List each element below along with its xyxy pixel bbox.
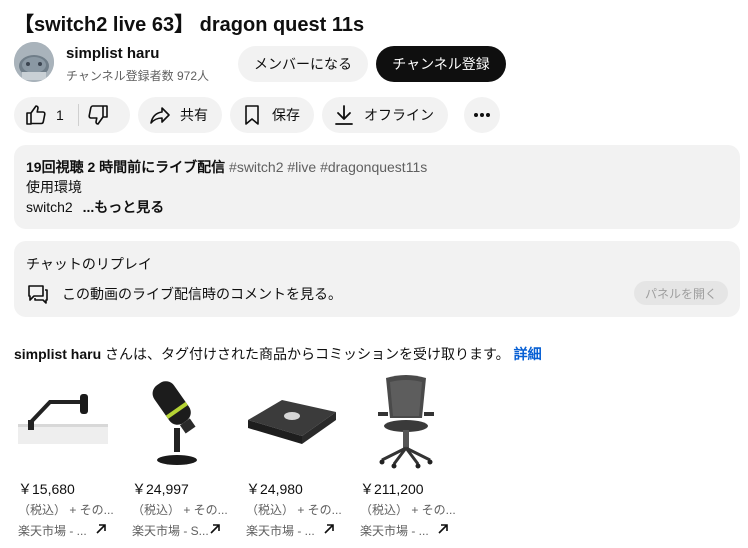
subscribe-button[interactable]: チャンネル登録 bbox=[376, 46, 506, 82]
product-price: ￥211,200 bbox=[360, 481, 424, 497]
like-divider bbox=[78, 104, 79, 126]
chat-replay-title: チャットのリプレイ bbox=[26, 256, 152, 272]
avatar[interactable] bbox=[14, 42, 54, 82]
chat-bubbles-icon bbox=[26, 282, 50, 311]
action-row: 1 共有 保存 オフライン bbox=[14, 97, 734, 133]
more-horiz-icon bbox=[470, 103, 494, 127]
thumbs-down-icon bbox=[86, 103, 110, 127]
product-card[interactable]: ￥15,680 （税込） + その... 楽天市場 - ... bbox=[14, 372, 114, 542]
product-price: ￥15,680 bbox=[18, 481, 75, 497]
product-price: ￥24,997 bbox=[132, 481, 189, 497]
share-button[interactable]: 共有 bbox=[138, 97, 222, 133]
like-count: 1 bbox=[56, 107, 64, 123]
open-panel-button[interactable]: パネルを開く bbox=[634, 281, 728, 305]
description-line-1: 使用環境 bbox=[26, 179, 82, 195]
product-price: ￥24,980 bbox=[246, 481, 303, 497]
subscriber-count: チャンネル登録者数 972人 bbox=[66, 69, 209, 83]
commission-notice: simplist haru さんは、タグ付けされた商品からコミッションを受け取り… bbox=[14, 344, 542, 364]
download-icon bbox=[332, 103, 356, 127]
like-dislike-group: 1 bbox=[14, 97, 130, 133]
commission-detail-link[interactable]: 詳細 bbox=[514, 346, 542, 362]
description-line-2-row: switch2 ...もっと見る bbox=[26, 197, 728, 217]
product-store: 楽天市場 - S... bbox=[132, 524, 209, 538]
description-line-2: switch2 bbox=[26, 199, 73, 215]
product-tax-note: （税込） + その... bbox=[360, 503, 456, 517]
product-image-office-chair bbox=[356, 372, 456, 472]
save-button[interactable]: 保存 bbox=[230, 97, 314, 133]
hashtags[interactable]: #switch2 #live #dragonquest11s bbox=[229, 159, 427, 175]
offline-download-button[interactable]: オフライン bbox=[322, 97, 448, 133]
product-image-capture-card bbox=[242, 372, 342, 472]
chat-replay-text: この動画のライブ配信時のコメントを見る。 bbox=[62, 286, 342, 302]
commission-text: さんは、タグ付けされた商品からコミッションを受け取ります。 bbox=[101, 346, 510, 362]
share-arrow-icon bbox=[148, 103, 172, 127]
product-store: 楽天市場 - ... bbox=[246, 524, 315, 538]
chat-replay-box: チャットのリプレイ この動画のライブ配信時のコメントを見る。 パネルを開く bbox=[14, 241, 740, 317]
product-tax-note: （税込） + その... bbox=[246, 503, 342, 517]
external-link-arrow-icon bbox=[322, 522, 336, 541]
product-shelf: ￥15,680 （税込） + その... 楽天市場 - ... ￥24,997 … bbox=[14, 372, 748, 548]
external-link-arrow-icon bbox=[94, 522, 108, 541]
external-link-arrow-icon bbox=[208, 522, 222, 541]
offline-label: オフライン bbox=[364, 107, 434, 123]
product-store: 楽天市場 - ... bbox=[360, 524, 429, 538]
save-label: 保存 bbox=[272, 107, 300, 123]
join-membership-button[interactable]: メンバーになる bbox=[238, 46, 368, 82]
channel-row: simplist haru チャンネル登録者数 972人 メンバーになる チャン… bbox=[14, 42, 734, 84]
external-link-arrow-icon bbox=[436, 522, 450, 541]
video-title: 【switch2 live 63】 dragon quest 11s bbox=[14, 14, 365, 36]
description-box[interactable]: 19回視聴 2 時間前にライブ配信 #switch2 #live #dragon… bbox=[14, 145, 740, 229]
product-store: 楽天市場 - ... bbox=[18, 524, 87, 538]
bookmark-icon bbox=[240, 103, 264, 127]
product-image-microphone bbox=[128, 372, 228, 472]
view-count-and-date: 19回視聴 2 時間前にライブ配信 bbox=[26, 159, 226, 175]
channel-name[interactable]: simplist haru bbox=[66, 45, 159, 62]
product-card[interactable]: ￥24,980 （税込） + その... 楽天市場 - ... bbox=[242, 372, 342, 542]
avatar-image bbox=[14, 42, 54, 82]
product-tax-note: （税込） + その... bbox=[18, 503, 114, 517]
share-label: 共有 bbox=[180, 107, 208, 123]
description-meta: 19回視聴 2 時間前にライブ配信 #switch2 #live #dragon… bbox=[26, 157, 728, 177]
product-card[interactable]: ￥211,200 （税込） + その... 楽天市場 - ... bbox=[356, 372, 456, 542]
dislike-button[interactable] bbox=[86, 97, 110, 133]
product-tax-note: （税込） + その... bbox=[132, 503, 228, 517]
more-actions-button[interactable] bbox=[464, 97, 500, 133]
thumbs-up-icon bbox=[24, 103, 48, 127]
show-more-link[interactable]: ...もっと見る bbox=[83, 199, 165, 215]
product-card[interactable]: ￥24,997 （税込） + その... 楽天市場 - S... bbox=[128, 372, 228, 542]
like-button[interactable]: 1 bbox=[14, 97, 64, 133]
commission-channel-name: simplist haru bbox=[14, 346, 102, 362]
product-image-mic-arm bbox=[14, 372, 114, 472]
